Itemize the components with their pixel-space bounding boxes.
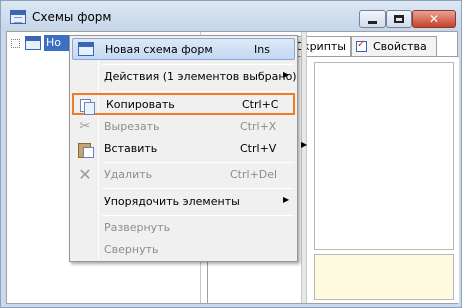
menu-item-label: Удалить bbox=[104, 168, 153, 181]
menu-item-delete[interactable]: ✕ Удалить Ctrl+Del bbox=[72, 164, 295, 186]
title-bar[interactable]: Схемы форм ✕ bbox=[1, 1, 461, 31]
maximize-button[interactable] bbox=[386, 10, 412, 28]
menu-separator bbox=[102, 162, 294, 163]
minimize-button[interactable] bbox=[359, 10, 386, 28]
menu-item-copy[interactable]: Копировать Ctrl+C bbox=[72, 93, 295, 115]
form-scheme-app-icon bbox=[10, 10, 26, 24]
submenu-arrow-icon: ▶ bbox=[283, 195, 290, 204]
close-icon: ✕ bbox=[428, 12, 440, 26]
menu-item-label: Упорядочить элементы bbox=[104, 195, 240, 208]
property-help-box bbox=[314, 254, 454, 300]
delete-icon: ✕ bbox=[78, 165, 92, 184]
menu-item-shortcut: Ctrl+C bbox=[242, 98, 279, 111]
menu-separator bbox=[102, 215, 294, 216]
submenu-arrow-icon: ▶ bbox=[283, 70, 290, 79]
schemes-window: Схемы форм ✕ Но Скрипты Свойства bbox=[0, 0, 462, 308]
menu-item-shortcut: Ins bbox=[254, 43, 270, 56]
maximize-icon bbox=[394, 15, 404, 23]
form-icon bbox=[78, 42, 94, 56]
menu-item-new-scheme[interactable]: Новая схема форм Ins bbox=[72, 38, 295, 60]
close-button[interactable]: ✕ bbox=[412, 10, 456, 28]
menu-item-label: Вырезать bbox=[104, 120, 160, 133]
tab-properties-label: Свойства bbox=[373, 40, 427, 53]
menu-item-label: Свернуть bbox=[104, 243, 159, 256]
menu-item-label: Копировать bbox=[106, 98, 175, 111]
menu-separator bbox=[102, 64, 294, 65]
menu-item-shortcut: Ctrl+V bbox=[240, 142, 277, 155]
copy-icon bbox=[79, 98, 95, 115]
tab-properties[interactable]: Свойства bbox=[351, 36, 437, 56]
tree-item-label: Но bbox=[44, 35, 69, 51]
menu-item-shortcut: Ctrl+Del bbox=[230, 168, 278, 181]
menu-item-collapse[interactable]: Свернуть bbox=[72, 239, 295, 261]
window-title: Схемы форм bbox=[32, 10, 112, 24]
minimize-icon bbox=[368, 20, 377, 24]
menu-item-label: Действия (1 элементов выбрано) bbox=[104, 70, 297, 83]
paste-icon bbox=[77, 141, 94, 158]
menu-item-actions[interactable]: Действия (1 элементов выбрано) ▶ bbox=[72, 66, 297, 88]
menu-item-cut[interactable]: ✂ Вырезать Ctrl+X bbox=[72, 116, 295, 138]
menu-item-arrange[interactable]: Упорядочить элементы ▶ bbox=[72, 191, 295, 213]
form-scheme-icon bbox=[25, 36, 41, 50]
menu-item-expand[interactable]: Развернуть bbox=[72, 217, 295, 239]
tree-item-new-scheme[interactable]: Но bbox=[11, 34, 69, 52]
menu-separator bbox=[102, 91, 294, 92]
menu-separator bbox=[102, 188, 294, 189]
tree-expander-icon[interactable] bbox=[11, 38, 20, 48]
properties-icon bbox=[356, 39, 367, 52]
menu-item-label: Новая схема форм bbox=[105, 43, 213, 56]
property-grid[interactable] bbox=[314, 62, 454, 250]
cut-icon: ✂ bbox=[79, 119, 91, 134]
menu-item-shortcut: Ctrl+X bbox=[240, 120, 277, 133]
menu-item-paste[interactable]: Вставить Ctrl+V bbox=[72, 138, 295, 160]
menu-item-label: Вставить bbox=[104, 142, 158, 155]
properties-panel bbox=[307, 56, 459, 303]
menu-item-label: Развернуть bbox=[104, 221, 171, 234]
context-menu: Новая схема форм Ins Действия (1 элемент… bbox=[69, 35, 298, 262]
